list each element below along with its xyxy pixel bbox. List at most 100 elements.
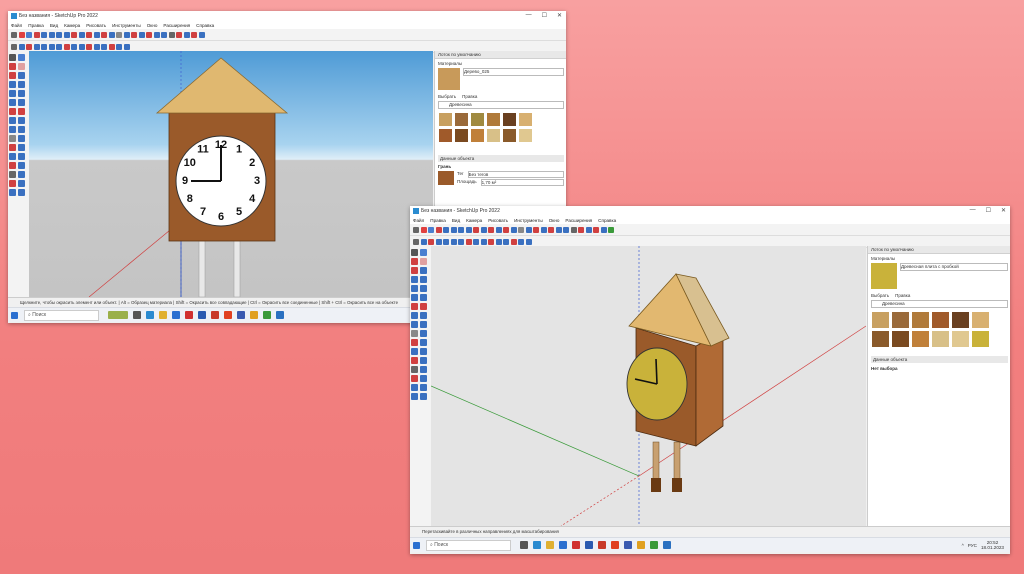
arc-icon[interactable] [465, 226, 472, 233]
wireframe-icon[interactable] [71, 43, 77, 50]
arc2-icon[interactable] [18, 81, 25, 88]
powerpoint-icon[interactable] [597, 541, 606, 549]
swatch[interactable] [518, 112, 533, 127]
task-view-icon[interactable] [132, 311, 141, 319]
store-icon[interactable] [171, 311, 180, 319]
menu-view[interactable]: Вид [452, 218, 460, 223]
taskbar-search[interactable]: ⌕ Поиск [426, 539, 511, 551]
offset-icon[interactable] [18, 126, 25, 133]
swatch[interactable] [971, 330, 990, 348]
follow-me-icon[interactable] [108, 31, 115, 38]
explorer-icon[interactable] [545, 541, 554, 549]
swatch[interactable] [911, 330, 930, 348]
arc-icon[interactable] [411, 276, 418, 283]
eraser-icon[interactable] [420, 226, 427, 233]
word-icon[interactable] [584, 541, 593, 549]
tab-select[interactable]: Выбрать [871, 293, 889, 298]
menu-tools[interactable]: Инструменты [112, 23, 141, 28]
3d-text-icon[interactable] [420, 348, 427, 355]
tape-measure-icon[interactable] [420, 393, 427, 400]
material-name-field[interactable]: Древесная плита с пробкой [900, 263, 1008, 271]
walk-icon[interactable] [420, 375, 427, 382]
viewport-3d[interactable]: 12 1 2 3 4 5 6 7 8 9 10 11 [29, 51, 433, 297]
section-icon[interactable] [420, 384, 427, 391]
menu-view[interactable]: Вид [50, 23, 58, 28]
close-icon[interactable]: ✕ [557, 12, 562, 19]
scale-icon[interactable] [495, 226, 502, 233]
follow-me-icon[interactable] [420, 312, 427, 319]
zoom-extents-icon[interactable] [578, 226, 584, 233]
orbit-icon[interactable] [153, 31, 160, 38]
menu-file[interactable]: Файл [11, 23, 22, 28]
push-pull-icon[interactable] [18, 108, 25, 115]
freehand-icon[interactable] [33, 31, 40, 38]
edge-icon[interactable] [145, 311, 154, 319]
menu-tools[interactable]: Инструменты [514, 218, 543, 223]
walk-icon[interactable] [18, 180, 25, 187]
tape-icon[interactable] [518, 226, 524, 233]
move-icon[interactable] [78, 31, 85, 38]
shaded-icon[interactable] [86, 43, 92, 50]
polygon-icon[interactable] [56, 31, 62, 38]
freehand-icon[interactable] [420, 267, 427, 274]
menu-extensions[interactable]: Расширения [163, 23, 190, 28]
entity-info-header[interactable]: Данные объекта [871, 356, 1008, 363]
text-icon[interactable] [18, 144, 25, 151]
xray-icon[interactable] [465, 238, 472, 245]
zoom-icon[interactable] [9, 171, 16, 178]
tape-icon[interactable] [411, 330, 418, 337]
eraser-icon[interactable] [18, 63, 25, 70]
swatch[interactable] [502, 128, 517, 143]
windows-start-icon[interactable] [412, 541, 420, 549]
close-icon[interactable]: ✕ [1001, 207, 1006, 214]
chrome-icon[interactable] [262, 311, 271, 319]
swatch[interactable] [891, 311, 910, 329]
powerpoint-icon[interactable] [210, 311, 219, 319]
back-view-icon[interactable] [450, 238, 457, 245]
zoom-icon[interactable] [411, 366, 418, 373]
minimize-icon[interactable]: — [526, 12, 532, 19]
freehand-icon[interactable] [18, 72, 25, 79]
select-icon[interactable] [9, 54, 16, 61]
menu-camera[interactable]: Камера [64, 23, 80, 28]
lang-indicator[interactable]: РУС [968, 543, 977, 548]
app2-icon[interactable] [249, 311, 258, 319]
move-icon[interactable] [480, 226, 487, 233]
zoom-window-icon[interactable] [11, 43, 17, 50]
top-view-icon[interactable] [428, 238, 434, 245]
sketchup-window-front[interactable]: Без названия - SketchUp Pro 2022 — ☐ ✕ Фай… [410, 206, 1010, 554]
swatch[interactable] [971, 311, 990, 329]
right-view-icon[interactable] [41, 43, 47, 50]
section-plane-icon[interactable] [191, 31, 197, 38]
protractor-icon[interactable] [9, 144, 16, 151]
line-icon[interactable] [411, 267, 418, 274]
move-icon[interactable] [9, 108, 16, 115]
rotate-icon[interactable] [488, 226, 494, 233]
section-icon[interactable] [18, 189, 25, 196]
scale-tool-icon[interactable] [411, 393, 418, 400]
swatch[interactable] [486, 112, 501, 127]
swatch[interactable] [931, 330, 950, 348]
move-icon[interactable] [411, 303, 418, 310]
follow-me-icon[interactable] [18, 117, 25, 124]
back-view-icon[interactable] [48, 43, 55, 50]
select-icon[interactable] [411, 249, 418, 256]
monochrome-icon[interactable] [101, 43, 107, 50]
sketchup-taskbar-icon[interactable] [275, 311, 284, 319]
dimension-icon[interactable] [123, 31, 130, 38]
dimension-icon[interactable] [525, 226, 532, 233]
3d-text-icon[interactable] [18, 153, 25, 160]
paint-bucket-icon[interactable] [548, 226, 554, 233]
chevron-up-icon[interactable]: ^ [962, 543, 964, 548]
swatch[interactable] [518, 128, 533, 143]
warehouse-icon[interactable] [198, 31, 205, 38]
polygon-icon[interactable] [420, 294, 427, 301]
freehand-icon[interactable] [435, 226, 442, 233]
menu-help[interactable]: Справка [598, 218, 616, 223]
materials-section-header[interactable]: Материалы [871, 256, 1008, 261]
rotated-rect-icon[interactable] [18, 90, 25, 97]
arc-icon[interactable] [63, 31, 70, 38]
polygon-icon[interactable] [458, 226, 464, 233]
pan-icon[interactable] [161, 31, 167, 38]
clock[interactable]: 20:52 18.01.2023 [981, 540, 1004, 550]
